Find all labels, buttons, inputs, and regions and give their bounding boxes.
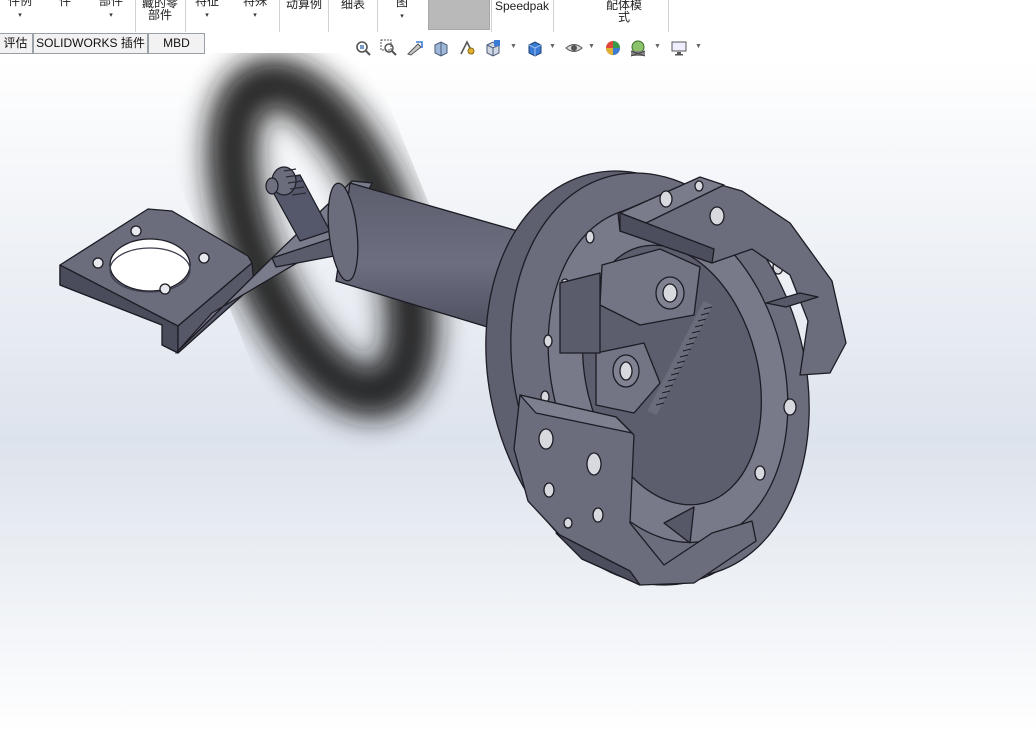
- ribbon-button-4[interactable]: 藏的零 部件: [137, 0, 183, 32]
- tab-solidworks-addins[interactable]: SOLIDWORKS 插件: [33, 33, 148, 54]
- chevron-down-icon[interactable]: ▾: [0, 10, 40, 22]
- tab-evaluate[interactable]: 评估: [0, 33, 33, 54]
- chevron-down-icon[interactable]: ▼: [549, 43, 556, 50]
- spline-shaft[interactable]: [265, 166, 331, 242]
- ribbon-button-1-label: 件例: [7, 0, 32, 8]
- ribbon-button-2[interactable]: 件: [50, 0, 80, 32]
- ribbon-button-9-label: 图: [395, 0, 408, 9]
- chevron-down-icon[interactable]: ▾: [387, 11, 417, 23]
- ribbon-button-7-label: 动算例: [285, 0, 322, 11]
- ribbon-button-11-label: 配体模 式: [605, 0, 642, 24]
- ribbon-button-7[interactable]: 动算例: [283, 0, 325, 32]
- chevron-down-icon[interactable]: ▾: [96, 10, 126, 22]
- ribbon-button-4-label: 藏的零 部件: [141, 0, 178, 22]
- ribbon-button-3[interactable]: 部件 ▾: [96, 0, 126, 32]
- ribbon-button-9[interactable]: 图 ▾: [387, 0, 417, 32]
- ribbon-separator: [668, 0, 669, 32]
- ribbon-button-6[interactable]: 特殊 ▾: [238, 0, 272, 32]
- command-manager-ribbon: 件例 ▾ 件 部件 ▾ 藏的零 部件 特征 ▾ 特殊 ▾ 动算例 细表 图 ▾ …: [0, 0, 1036, 32]
- chevron-down-icon[interactable]: ▼: [588, 43, 595, 50]
- brake-drum[interactable]: [444, 138, 851, 618]
- chevron-down-icon[interactable]: ▾: [238, 10, 272, 22]
- chevron-down-icon[interactable]: ▼: [654, 43, 661, 50]
- graphics-area[interactable]: [0, 53, 1036, 734]
- ribbon-button-3-label: 部件: [98, 0, 123, 8]
- ribbon-separator: [377, 0, 378, 32]
- ribbon-button-11[interactable]: 配体模 式: [598, 0, 650, 32]
- ribbon-separator: [491, 0, 492, 32]
- brake-assembly-model[interactable]: [0, 53, 1036, 734]
- ribbon-separator: [185, 0, 186, 32]
- chevron-down-icon[interactable]: ▼: [695, 43, 702, 50]
- selected-ribbon-button[interactable]: [428, 0, 490, 30]
- ribbon-button-5[interactable]: 特征 ▾: [190, 0, 224, 32]
- ribbon-button-2-label: 件: [58, 0, 71, 8]
- ribbon-separator: [279, 0, 280, 32]
- chevron-down-icon[interactable]: ▼: [510, 43, 517, 50]
- ribbon-button-5-label: 特征: [194, 0, 219, 8]
- speedpak-label: Speedpak: [494, 0, 550, 13]
- speedpak-button[interactable]: Speedpak: [493, 0, 551, 32]
- ribbon-button-6-label: 特殊: [242, 0, 267, 8]
- tab-mbd[interactable]: MBD: [148, 33, 205, 54]
- ribbon-button-8[interactable]: 细表: [336, 0, 370, 32]
- ribbon-button-1[interactable]: 件例 ▾: [0, 0, 40, 32]
- ribbon-button-8-label: 细表: [340, 0, 365, 11]
- ribbon-separator: [553, 0, 554, 32]
- ribbon-separator: [328, 0, 329, 32]
- chevron-down-icon[interactable]: ▾: [190, 10, 224, 22]
- ribbon-separator: [135, 0, 136, 32]
